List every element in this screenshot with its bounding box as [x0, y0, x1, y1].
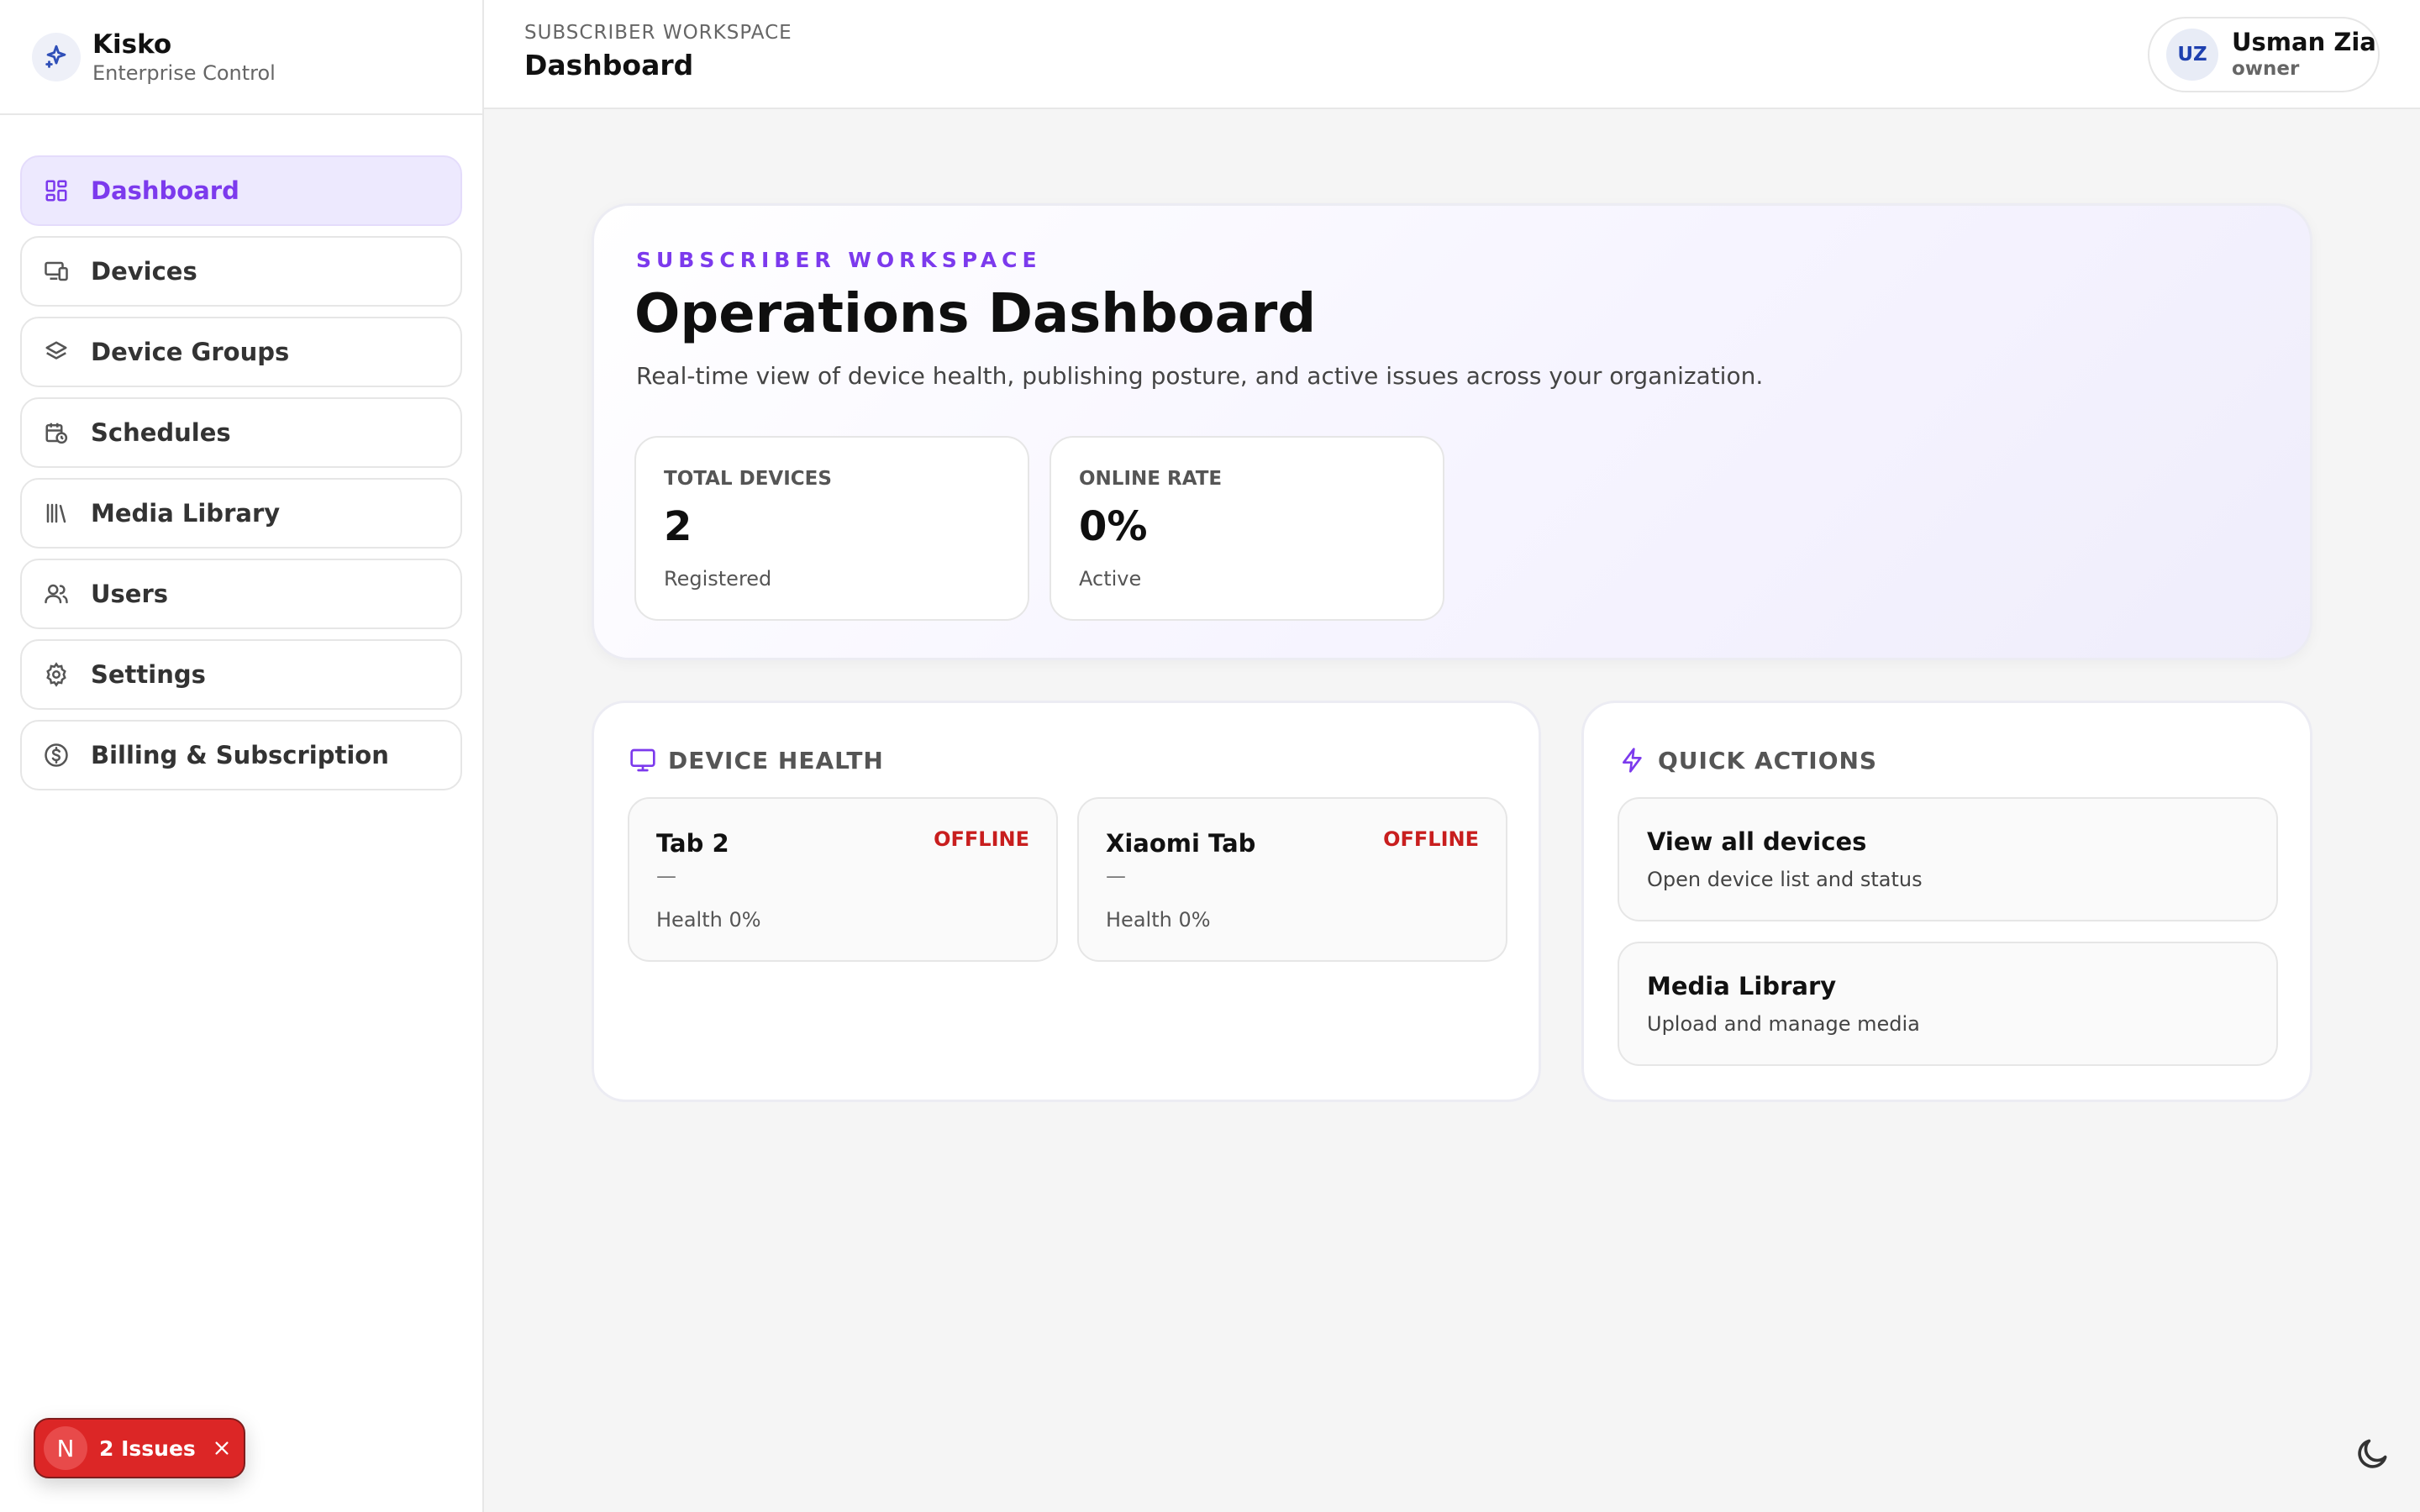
sidebar-item-settings[interactable]: Settings	[20, 639, 462, 710]
breadcrumb: SUBSCRIBER WORKSPACE	[524, 22, 792, 44]
status-badge: OFFLINE	[1383, 827, 1479, 851]
stat-label: TOTAL DEVICES	[664, 468, 832, 490]
app-root: Kisko Enterprise Control Dashboard Devic…	[0, 0, 2420, 1512]
hero-eyebrow: SUBSCRIBER WORKSPACE	[636, 248, 1042, 272]
user-menu[interactable]: UZ Usman Zia owner	[2148, 17, 2380, 92]
sidebar-item-label: Dashboard	[91, 176, 239, 205]
stat-card-online-rate: ONLINE RATE 0% Active	[1050, 436, 1444, 621]
sidebar-item-label: Billing & Subscription	[91, 741, 389, 769]
sidebar-item-dashboard[interactable]: Dashboard	[20, 155, 462, 226]
close-icon[interactable]	[211, 1437, 233, 1459]
dashboard-icon	[42, 176, 71, 205]
sidebar-item-devices[interactable]: Devices	[20, 236, 462, 307]
avatar: UZ	[2166, 29, 2218, 81]
sidebar-item-label: Devices	[91, 257, 197, 286]
device-health: Health 0%	[656, 908, 761, 932]
topbar: SUBSCRIBER WORKSPACE Dashboard UZ Usman …	[484, 0, 2420, 109]
sidebar-item-label: Users	[91, 580, 169, 608]
brand: Kisko Enterprise Control	[0, 0, 482, 115]
media-library-action[interactable]: Media Library Upload and manage media	[1618, 942, 2278, 1066]
page-title: Dashboard	[524, 49, 694, 81]
device-detail: —	[1106, 864, 1126, 888]
users-icon	[42, 580, 71, 608]
stat-value: 0%	[1079, 503, 1148, 550]
device-card[interactable]: Tab 2 OFFLINE — Health 0%	[628, 797, 1058, 962]
device-card[interactable]: Xiaomi Tab OFFLINE — Health 0%	[1077, 797, 1507, 962]
hero-card: SUBSCRIBER WORKSPACE Operations Dashboar…	[592, 203, 2312, 660]
gear-icon	[42, 660, 71, 689]
action-title: View all devices	[1647, 827, 1867, 856]
stat-label: ONLINE RATE	[1079, 468, 1223, 490]
sidebar-item-label: Media Library	[91, 499, 281, 528]
sidebar-item-label: Device Groups	[91, 338, 290, 366]
nextjs-logo-icon: N	[44, 1426, 87, 1470]
sidebar-nav: Dashboard Devices Device Groups Schedule…	[0, 115, 482, 790]
device-health-panel: DEVICE HEALTH Tab 2 OFFLINE — Health 0% …	[592, 701, 1541, 1102]
calendar-clock-icon	[42, 418, 71, 447]
device-detail: —	[656, 864, 676, 888]
panel-title: QUICK ACTIONS	[1658, 746, 1878, 774]
device-health: Health 0%	[1106, 908, 1211, 932]
devices-icon	[42, 257, 71, 286]
stat-value: 2	[664, 503, 692, 550]
device-name: Xiaomi Tab	[1106, 829, 1256, 858]
layers-icon	[42, 338, 71, 366]
action-title: Media Library	[1647, 972, 1837, 1000]
hero-title: Operations Dashboard	[634, 283, 1317, 345]
action-description: Upload and manage media	[1647, 1012, 1920, 1036]
lightning-icon	[1618, 745, 1648, 775]
sidebar-item-device-groups[interactable]: Device Groups	[20, 317, 462, 387]
sidebar-item-label: Schedules	[91, 418, 231, 447]
library-icon	[42, 499, 71, 528]
sidebar-item-media-library[interactable]: Media Library	[20, 478, 462, 549]
user-role: owner	[2232, 58, 2300, 80]
sparkle-logo-icon	[32, 32, 81, 81]
sidebar: Kisko Enterprise Control Dashboard Devic…	[0, 0, 484, 1512]
sidebar-item-label: Settings	[91, 660, 206, 689]
app-name: Kisko	[92, 29, 172, 60]
panel-header: QUICK ACTIONS	[1618, 745, 1877, 775]
stat-sublabel: Registered	[664, 567, 772, 591]
sidebar-item-users[interactable]: Users	[20, 559, 462, 629]
device-name: Tab 2	[656, 829, 729, 858]
sidebar-item-billing[interactable]: Billing & Subscription	[20, 720, 462, 790]
issues-badge[interactable]: N 2 Issues	[34, 1418, 245, 1478]
sidebar-item-schedules[interactable]: Schedules	[20, 397, 462, 468]
quick-actions-panel: QUICK ACTIONS View all devices Open devi…	[1581, 701, 2312, 1102]
action-description: Open device list and status	[1647, 868, 1923, 891]
dollar-circle-icon	[42, 741, 71, 769]
panel-header: DEVICE HEALTH	[628, 745, 884, 775]
theme-toggle-moon-icon[interactable]	[2353, 1433, 2393, 1473]
status-badge: OFFLINE	[934, 827, 1029, 851]
view-all-devices-action[interactable]: View all devices Open device list and st…	[1618, 797, 2278, 921]
monitor-icon	[628, 745, 658, 775]
app-subtitle: Enterprise Control	[92, 60, 276, 85]
user-name: Usman Zia	[2232, 28, 2376, 56]
panel-title: DEVICE HEALTH	[668, 746, 884, 774]
stat-card-total-devices: TOTAL DEVICES 2 Registered	[634, 436, 1029, 621]
hero-description: Real-time view of device health, publish…	[636, 362, 1764, 390]
issues-count[interactable]: 2 Issues	[99, 1436, 196, 1461]
stat-sublabel: Active	[1079, 567, 1142, 591]
